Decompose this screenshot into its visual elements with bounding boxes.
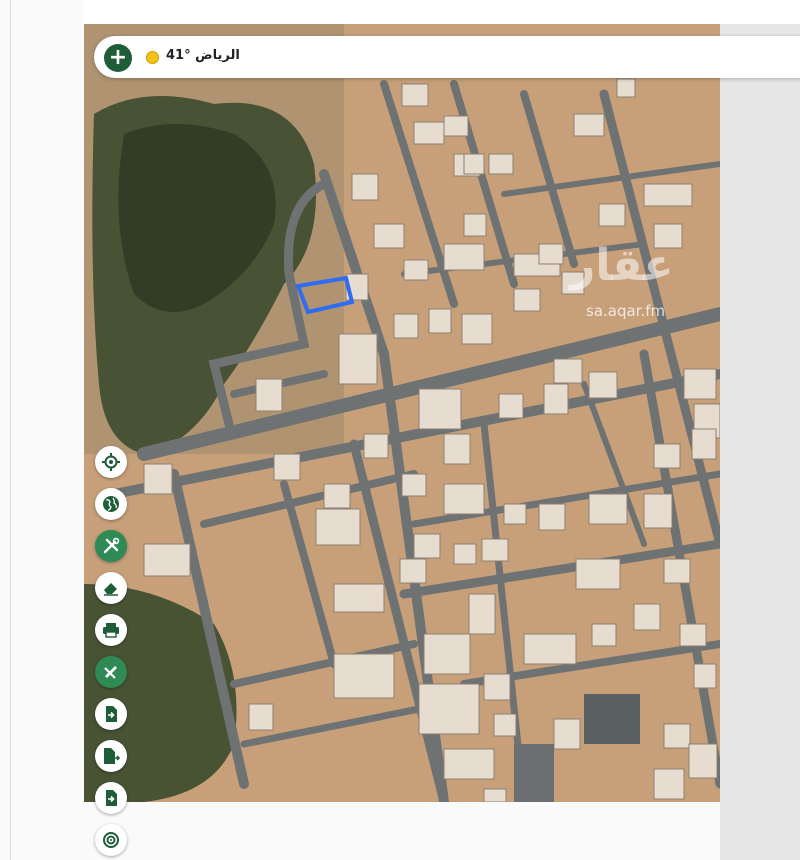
import-file-button[interactable] (95, 698, 127, 730)
file-download-icon (106, 790, 117, 806)
dark-lot (514, 744, 554, 802)
crosshair-icon (102, 453, 120, 471)
satellite-map[interactable] (84, 24, 720, 802)
add-button[interactable]: + (104, 44, 132, 72)
tools-button[interactable] (95, 530, 127, 562)
watermark-brand: عقار (570, 240, 674, 291)
ruler-pencil-icon (104, 666, 117, 679)
map-canvas (84, 24, 720, 802)
file-export-icon (104, 748, 121, 764)
location-label: الرياض °41 (166, 48, 240, 63)
target-icon (103, 832, 119, 848)
target-button[interactable] (95, 824, 127, 856)
file-import-icon (106, 706, 117, 722)
dark-compound (584, 694, 640, 744)
download-file-button[interactable] (95, 782, 127, 814)
watermark-url: sa.aqar.fm (586, 302, 666, 320)
eraser-button[interactable] (95, 572, 127, 604)
tools-icon (103, 537, 120, 554)
top-strip (84, 0, 800, 24)
divider (10, 0, 11, 860)
coin-icon (146, 51, 159, 64)
printer-icon (103, 623, 119, 638)
bottom-strip (84, 802, 720, 860)
eraser-icon (104, 583, 118, 596)
map-layer-button[interactable] (95, 488, 127, 520)
right-panel (720, 24, 800, 860)
measure-button[interactable] (95, 656, 127, 688)
print-button[interactable] (95, 614, 127, 646)
left-gutter (0, 0, 84, 860)
globe-icon (103, 496, 119, 512)
locate-me-button[interactable] (95, 446, 127, 478)
export-file-button[interactable] (95, 740, 127, 772)
